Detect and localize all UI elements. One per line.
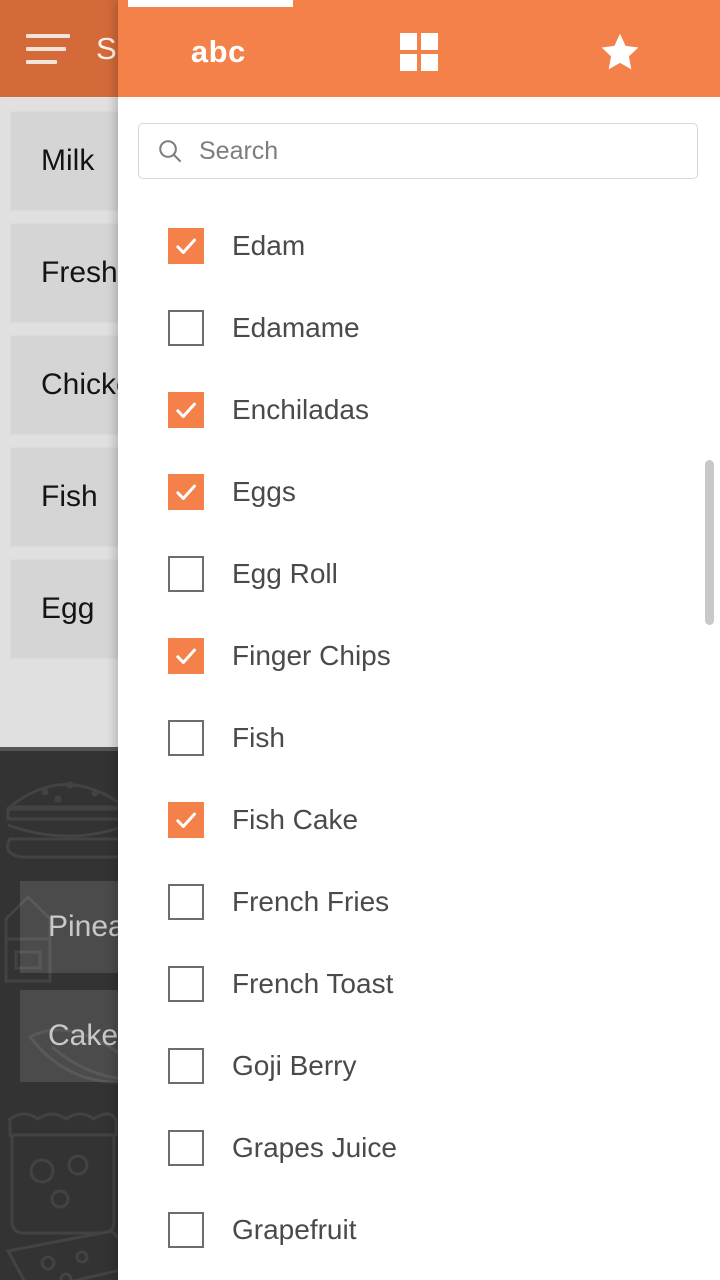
check-icon bbox=[176, 648, 196, 665]
grid-cell bbox=[421, 33, 438, 50]
list-item[interactable]: Fish bbox=[118, 697, 720, 779]
list-item-label: Fish bbox=[232, 722, 285, 753]
background-app-title: S bbox=[96, 30, 117, 66]
list-item-label: Fish Cake bbox=[232, 804, 359, 835]
tab-favorites[interactable] bbox=[519, 7, 720, 97]
checkbox[interactable] bbox=[168, 1048, 204, 1084]
check-icon bbox=[176, 238, 196, 255]
checkbox[interactable] bbox=[168, 310, 204, 346]
check-icon bbox=[176, 812, 196, 829]
list-item[interactable]: Fish Cake bbox=[118, 779, 720, 861]
checkbox[interactable] bbox=[168, 228, 204, 264]
hamburger-line-1 bbox=[26, 33, 70, 38]
grid-cell bbox=[400, 33, 417, 50]
drawer-tab-bar: abc bbox=[118, 7, 720, 97]
star-icon bbox=[601, 33, 639, 70]
checkbox[interactable] bbox=[168, 392, 204, 428]
checkbox-item-list[interactable]: Edam Edamame Enchiladas Eggs Egg Roll Fi… bbox=[118, 205, 720, 1280]
search-box[interactable] bbox=[138, 123, 698, 179]
list-item-label: Grapefruit bbox=[232, 1214, 357, 1245]
checkbox[interactable] bbox=[168, 474, 204, 510]
check-icon bbox=[176, 484, 196, 501]
tab-categories[interactable] bbox=[319, 7, 520, 97]
checkbox[interactable] bbox=[168, 884, 204, 920]
list-item-label: Eggs bbox=[232, 476, 296, 507]
list-item[interactable]: Edam bbox=[118, 205, 720, 287]
checkbox[interactable] bbox=[168, 966, 204, 1002]
grid-icon bbox=[400, 33, 438, 71]
checkbox[interactable] bbox=[168, 802, 204, 838]
list-item[interactable]: Eggs bbox=[118, 451, 720, 533]
hamburger-line-2 bbox=[26, 46, 66, 51]
tab-abc-label: abc bbox=[190, 34, 246, 69]
list-item-label: Edamame bbox=[232, 312, 360, 343]
list-item[interactable]: Enchiladas bbox=[118, 369, 720, 451]
list-item[interactable]: Finger Chips bbox=[118, 615, 720, 697]
scrollbar[interactable] bbox=[705, 365, 714, 1280]
check-icon bbox=[176, 402, 196, 419]
filter-drawer-panel: abc Search Edam Edamame Enchiladas Eggs … bbox=[118, 0, 720, 1280]
list-item-label: Goji Berry bbox=[232, 1050, 357, 1081]
list-item-label: French Toast bbox=[232, 968, 394, 999]
list-item-label: Edam bbox=[232, 230, 306, 261]
checkbox[interactable] bbox=[168, 1130, 204, 1166]
list-item[interactable]: Pizza bbox=[118, 1271, 720, 1280]
search-input[interactable] bbox=[199, 136, 679, 166]
list-item[interactable]: Grapes Juice bbox=[118, 1107, 720, 1189]
search-container bbox=[118, 97, 720, 179]
drawer-header: abc bbox=[118, 0, 720, 97]
checkbox[interactable] bbox=[168, 638, 204, 674]
list-item-label: Enchiladas bbox=[232, 394, 369, 425]
list-item[interactable]: Goji Berry bbox=[118, 1025, 720, 1107]
tab-abc[interactable]: abc bbox=[118, 7, 319, 97]
hamburger-icon[interactable] bbox=[26, 33, 70, 64]
active-tab-indicator bbox=[128, 0, 293, 7]
list-item[interactable]: Edamame bbox=[118, 287, 720, 369]
grid-cell bbox=[400, 54, 417, 71]
list-item[interactable]: French Fries bbox=[118, 861, 720, 943]
checkbox[interactable] bbox=[168, 720, 204, 756]
grid-cell bbox=[421, 54, 438, 71]
list-item-label: Egg Roll bbox=[232, 558, 338, 589]
list-item[interactable]: Grapefruit bbox=[118, 1189, 720, 1271]
hamburger-line-3 bbox=[26, 59, 57, 64]
list-item-label: Grapes Juice bbox=[232, 1132, 397, 1163]
scrollbar-thumb[interactable] bbox=[705, 460, 714, 625]
list-item-label: Finger Chips bbox=[232, 640, 391, 671]
list-item[interactable]: Egg Roll bbox=[118, 533, 720, 615]
list-item[interactable]: French Toast bbox=[118, 943, 720, 1025]
checkbox[interactable] bbox=[168, 556, 204, 592]
checkbox[interactable] bbox=[168, 1212, 204, 1248]
list-item-label: French Fries bbox=[232, 886, 390, 917]
search-icon bbox=[159, 140, 181, 162]
